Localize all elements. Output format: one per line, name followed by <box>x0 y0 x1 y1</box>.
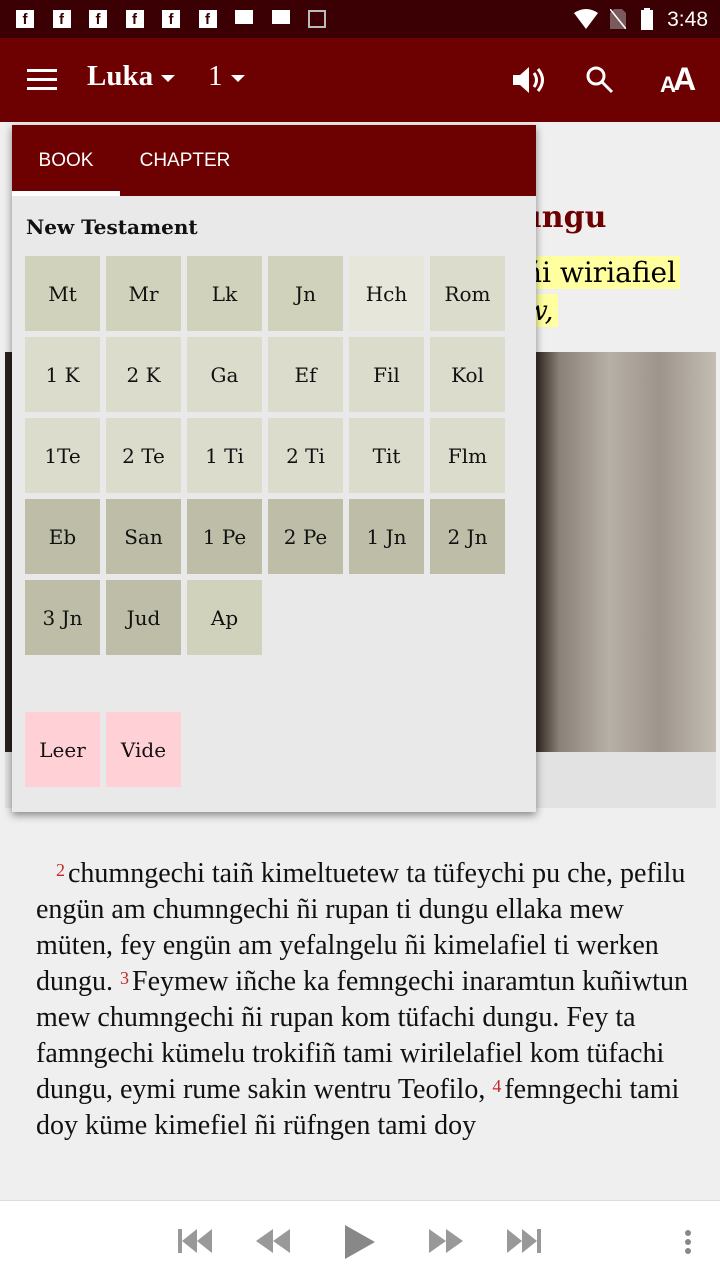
search-icon[interactable] <box>586 66 614 94</box>
facebook-icon: f <box>89 10 107 28</box>
message-icon <box>271 10 290 24</box>
book-button[interactable]: Jn <box>268 256 343 331</box>
tab-chapter[interactable]: CHAPTER <box>120 125 250 196</box>
book-button[interactable]: 1 K <box>25 337 100 412</box>
book-button[interactable]: 2 K <box>106 337 181 412</box>
wifi-icon <box>574 9 598 29</box>
book-button[interactable]: Flm <box>430 418 505 493</box>
more-vert-icon[interactable] <box>684 1229 692 1255</box>
book-button[interactable]: Ap <box>187 580 262 655</box>
book-button[interactable]: 2 Pe <box>268 499 343 574</box>
book-button[interactable]: Kol <box>430 337 505 412</box>
book-button[interactable]: 2 Te <box>106 418 181 493</box>
book-button[interactable]: Mt <box>25 256 100 331</box>
facebook-icon: f <box>16 10 34 28</box>
fast-forward-icon[interactable] <box>429 1227 463 1255</box>
skip-last-icon[interactable] <box>507 1227 543 1255</box>
book-button[interactable]: 2 Ti <box>268 418 343 493</box>
book-button[interactable]: 1 Jn <box>349 499 424 574</box>
image-icon <box>308 10 326 28</box>
chapter-selector[interactable]: 1 <box>208 60 245 93</box>
facebook-icon: f <box>162 10 180 28</box>
battery-icon <box>641 8 653 30</box>
verse-number: 4 <box>492 1076 502 1096</box>
book-button[interactable]: 2 Jn <box>430 499 505 574</box>
book-name: Luka <box>87 60 154 92</box>
verse-number: 2 <box>56 860 65 880</box>
book-button[interactable]: San <box>106 499 181 574</box>
svg-text:A: A <box>673 62 696 94</box>
book-selector[interactable]: Luka <box>87 60 176 93</box>
text-size-icon[interactable]: AA <box>660 62 696 94</box>
tab-book[interactable]: BOOK <box>12 125 120 196</box>
filter-button-leer[interactable]: Leer <box>25 712 100 787</box>
section-label: New Testament <box>26 215 198 239</box>
book-button[interactable]: Mr <box>106 256 181 331</box>
volume-icon[interactable] <box>513 66 545 94</box>
facebook-icon: f <box>198 10 217 28</box>
audio-player-bar <box>0 1200 720 1280</box>
book-button[interactable]: 1Te <box>25 418 100 493</box>
chapter-number: 1 <box>208 60 223 92</box>
no-sim-icon <box>610 9 626 29</box>
rewind-icon[interactable] <box>256 1227 290 1255</box>
book-button[interactable]: Lk <box>187 256 262 331</box>
book-button[interactable]: Rom <box>430 256 505 331</box>
book-button[interactable]: Ef <box>268 337 343 412</box>
verse-number: 3 <box>120 968 129 988</box>
message-icon <box>235 10 253 24</box>
skip-first-icon[interactable] <box>178 1227 214 1255</box>
filter-button-vide[interactable]: Vide <box>106 712 181 787</box>
scripture-text: 2 chumngechi taiñ kimeltuetew ta tüfeychi… <box>36 856 696 1198</box>
menu-icon[interactable] <box>27 69 57 91</box>
book-button[interactable]: Jud <box>106 580 181 655</box>
play-icon[interactable] <box>345 1225 377 1259</box>
book-button[interactable]: Tit <box>349 418 424 493</box>
book-button[interactable]: Hch <box>349 256 424 331</box>
book-button[interactable]: 1 Ti <box>187 418 262 493</box>
status-bar: ffffff 3:48 <box>0 0 720 38</box>
book-button[interactable]: 3 Jn <box>25 580 100 655</box>
dropdown-arrow-icon <box>161 74 176 82</box>
book-button[interactable]: Eb <box>25 499 100 574</box>
book-button[interactable]: 1 Pe <box>187 499 262 574</box>
picker-tabs: BOOK CHAPTER <box>12 125 536 196</box>
facebook-icon: f <box>52 10 71 28</box>
book-button[interactable]: Ga <box>187 337 262 412</box>
dropdown-arrow-icon <box>230 74 245 82</box>
book-button[interactable]: Fil <box>349 337 424 412</box>
highlighted-text: ñi wiriafiel <box>520 256 681 289</box>
facebook-icon: f <box>125 10 144 28</box>
clock: 3:48 <box>667 8 708 31</box>
app-bar: Luka 1 AA <box>0 38 720 122</box>
book-chapter-picker: BOOK CHAPTER New Testament Mt Mr Lk Jn Hch Ro… <box>12 125 536 812</box>
